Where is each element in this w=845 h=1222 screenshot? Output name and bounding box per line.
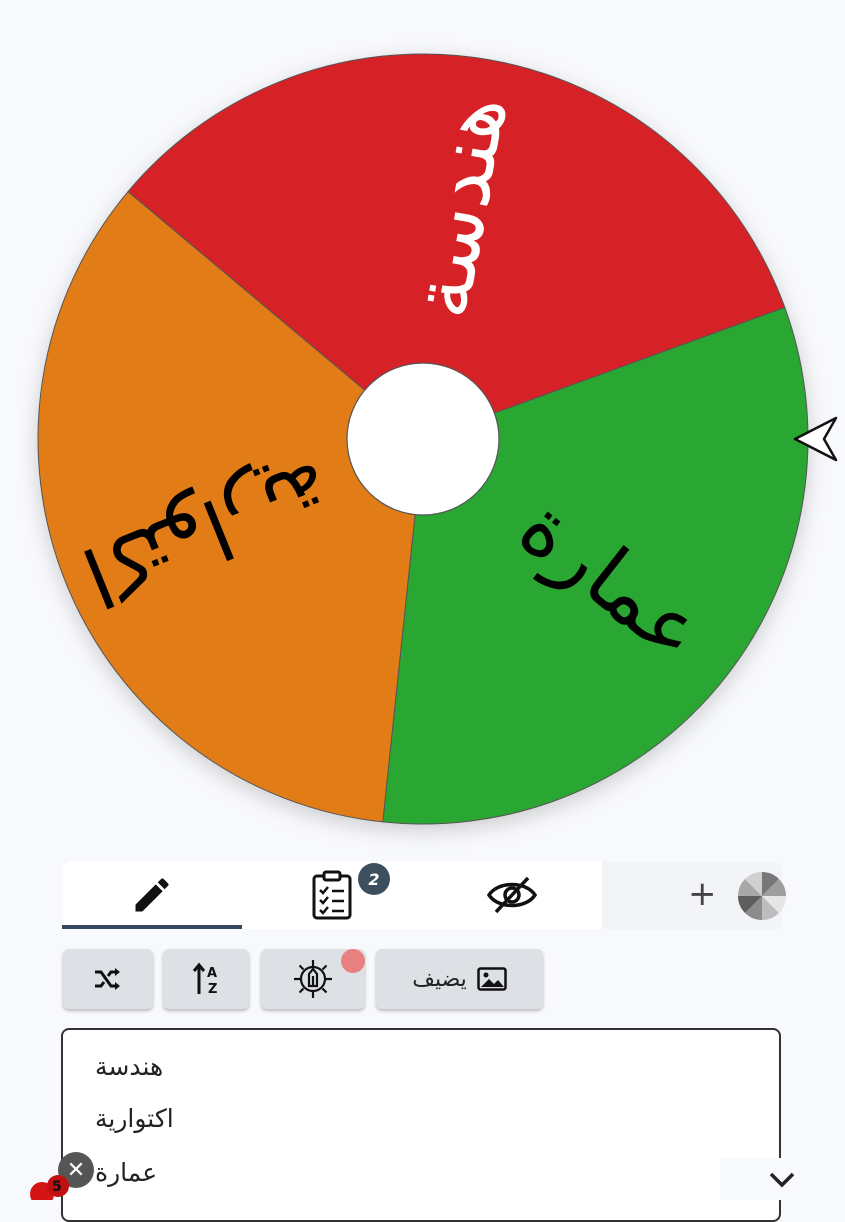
plus-icon: +	[688, 874, 717, 914]
clipboard-checklist-icon	[312, 870, 352, 920]
gear-pencil-icon	[294, 960, 332, 998]
tab-hidden[interactable]	[422, 861, 602, 929]
shuffle-icon	[95, 968, 120, 990]
sort-button[interactable]: A Z	[163, 949, 249, 1009]
eye-slash-icon	[486, 876, 538, 914]
tab-add-wheel[interactable]: +	[602, 861, 786, 929]
notification-dot	[341, 949, 365, 973]
spin-wheel[interactable]: عمارة اكتوارية هندسة	[0, 0, 845, 850]
svg-text:A: A	[207, 966, 217, 981]
results-count-badge: 2	[358, 863, 390, 895]
wheel-center-hub[interactable]	[346, 362, 500, 516]
collapse-toggle[interactable]	[720, 1158, 845, 1200]
sort-alpha-icon: A Z	[192, 962, 217, 996]
add-image-label: يضيف	[412, 966, 467, 992]
svg-text:Z: Z	[208, 982, 217, 996]
wheel-graphic[interactable]: عمارةاكتواريةهندسة	[0, 0, 845, 850]
color-wheel-icon	[738, 872, 786, 920]
entries-textarea[interactable]: هندسة اكتوارية عمارة	[61, 1028, 781, 1222]
entry-line[interactable]: عمارة	[95, 1158, 157, 1187]
pencil-icon	[135, 878, 169, 912]
entry-line[interactable]: اكتوارية	[95, 1104, 174, 1133]
entry-line[interactable]: هندسة	[95, 1052, 163, 1081]
tab-results[interactable]	[242, 861, 422, 929]
tab-bar: 2 +	[62, 861, 786, 929]
app-logo-icon: 5	[30, 1175, 69, 1200]
image-icon	[477, 967, 507, 991]
shuffle-button[interactable]	[63, 949, 153, 1009]
tab-edit[interactable]	[62, 861, 242, 929]
corner-badge-count: 5	[52, 1179, 62, 1195]
settings-button[interactable]	[261, 949, 365, 1009]
add-image-button[interactable]: يضيف	[376, 949, 543, 1009]
chevron-down-icon	[769, 1172, 795, 1188]
